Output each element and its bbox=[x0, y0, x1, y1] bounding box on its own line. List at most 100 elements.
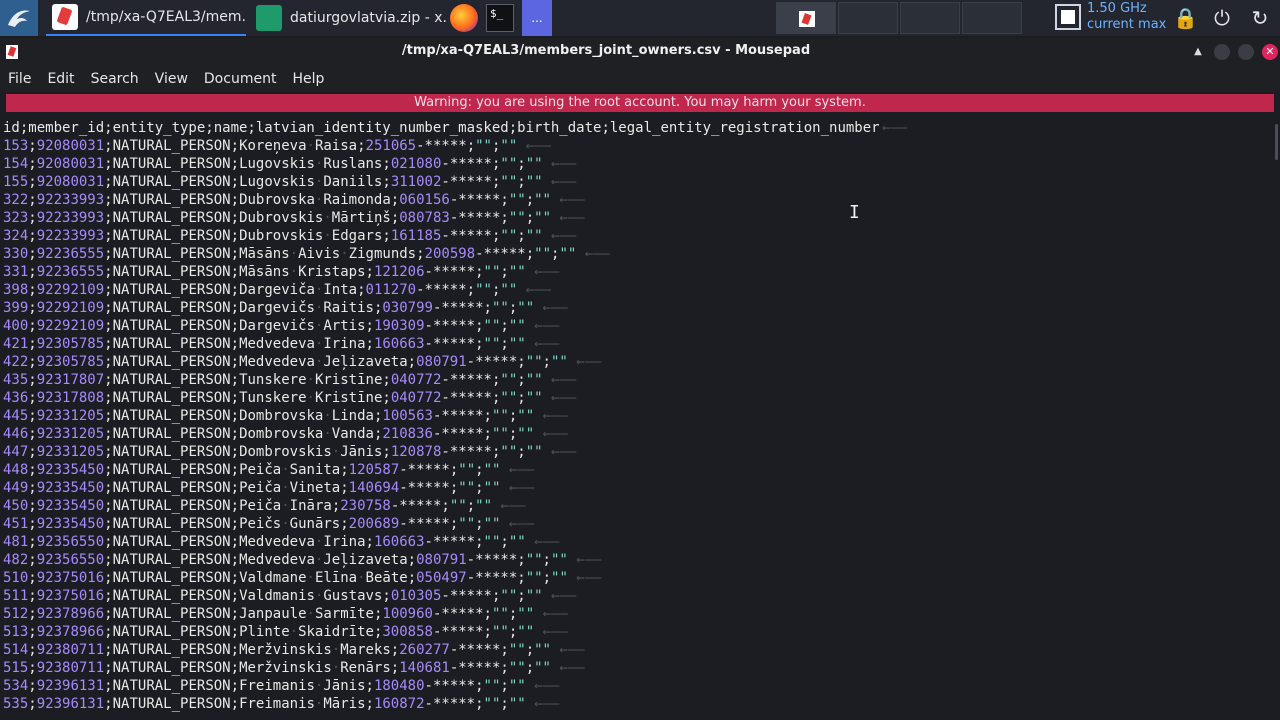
taskbar-task-mousepad[interactable]: /tmp/xa-Q7EAL3/mem... bbox=[46, 0, 246, 36]
csv-line: 450;92335450;NATURAL_PERSON;Peiča·Ināra;… bbox=[3, 498, 526, 514]
eol-marker: ←—— bbox=[534, 408, 568, 424]
menu-document[interactable]: Document bbox=[196, 66, 285, 92]
chevron-up-icon[interactable]: ▲ bbox=[1190, 44, 1206, 60]
eol-marker: ←—— bbox=[492, 498, 526, 514]
workspace-3[interactable] bbox=[900, 2, 960, 34]
csv-member-id: 92233993 bbox=[36, 192, 105, 208]
scrollbar-thumb[interactable] bbox=[1275, 124, 1278, 160]
csv-birth-date: "" bbox=[500, 588, 518, 604]
csv-entity-type: NATURAL_PERSON bbox=[112, 174, 231, 190]
refresh-icon[interactable]: ↻ bbox=[1248, 6, 1272, 30]
eol-marker: ←—— bbox=[550, 660, 585, 676]
eol-marker: ←—— bbox=[576, 246, 611, 262]
csv-entity-type: NATURAL_PERSON bbox=[112, 210, 231, 226]
csv-registration-number: "" bbox=[483, 480, 501, 496]
csv-entity-type: NATURAL_PERSON bbox=[112, 264, 231, 280]
menu-search[interactable]: Search bbox=[83, 66, 147, 92]
csv-masked-identity: 160663-***** bbox=[373, 534, 476, 550]
kali-dragon-icon[interactable] bbox=[0, 0, 38, 36]
power-icon[interactable]: ⏻ bbox=[1210, 6, 1234, 30]
menu-view[interactable]: View bbox=[147, 66, 196, 92]
csv-registration-number: "" bbox=[483, 462, 501, 478]
scrollbar[interactable] bbox=[1274, 118, 1280, 720]
eol-marker: ←—— bbox=[500, 480, 535, 496]
csv-entity-type: NATURAL_PERSON bbox=[112, 246, 231, 262]
firefox-icon[interactable] bbox=[450, 4, 478, 32]
csv-registration-number: "" bbox=[508, 318, 526, 334]
csv-birth-date: "" bbox=[508, 210, 526, 226]
csv-id: 511 bbox=[3, 588, 29, 604]
csv-name: Valdmane·Elīna·Beāte bbox=[239, 570, 408, 586]
csv-line: 447;92331205;NATURAL_PERSON;Dombrovskis·… bbox=[3, 444, 577, 460]
csv-line: 445;92331205;NATURAL_PERSON;Dombrovska·L… bbox=[3, 408, 568, 424]
cpu-frequency[interactable]: 1.50 GHz current max bbox=[1087, 1, 1166, 37]
csv-masked-identity: 251065-***** bbox=[365, 138, 467, 154]
menu-file[interactable]: File bbox=[0, 66, 39, 92]
csv-line: 435;92317807;NATURAL_PERSON;Tunskere·Kri… bbox=[3, 372, 577, 388]
csv-id: 436 bbox=[3, 390, 29, 406]
csv-masked-identity: 200598-***** bbox=[424, 246, 526, 262]
csv-name: Medvedeva·Jeļizaveta bbox=[239, 354, 408, 370]
csv-birth-date: "" bbox=[525, 354, 543, 370]
csv-masked-identity: 021080-***** bbox=[390, 156, 492, 172]
csv-birth-date: "" bbox=[500, 174, 518, 190]
csv-member-id: 92335450 bbox=[36, 462, 105, 478]
csv-masked-identity: 210836-***** bbox=[382, 426, 484, 442]
text-editor[interactable]: id;member_id;entity_type;name;latvian_id… bbox=[0, 118, 1272, 720]
csv-id: 435 bbox=[3, 372, 29, 388]
csv-birth-date: "" bbox=[500, 228, 518, 244]
csv-name: Tunskere·Kristīne bbox=[239, 390, 383, 406]
csv-member-id: 92317808 bbox=[36, 390, 105, 406]
csv-registration-number: "" bbox=[550, 552, 568, 568]
eol-marker: ←—— bbox=[525, 678, 560, 694]
csv-line: 534;92396131;NATURAL_PERSON;Freimanis·Jā… bbox=[3, 678, 560, 694]
csv-birth-date: "" bbox=[491, 408, 509, 424]
csv-member-id: 92080031 bbox=[36, 156, 105, 172]
close-button[interactable]: ✕ bbox=[1262, 44, 1278, 60]
csv-id: 154 bbox=[3, 156, 29, 172]
csv-registration-number: "" bbox=[500, 282, 518, 298]
csv-member-id: 92080031 bbox=[36, 174, 105, 190]
csv-masked-identity: 121206-***** bbox=[373, 264, 476, 280]
mousepad-icon bbox=[52, 4, 78, 30]
csv-entity-type: NATURAL_PERSON bbox=[112, 624, 231, 640]
terminal-icon[interactable]: $_ bbox=[486, 4, 514, 32]
cpu-icon[interactable] bbox=[1055, 4, 1081, 30]
lock-icon[interactable]: 🔒 bbox=[1173, 6, 1198, 30]
csv-entity-type: NATURAL_PERSON bbox=[112, 480, 231, 496]
csv-registration-number: "" bbox=[559, 246, 577, 262]
eol-marker: ←—— bbox=[542, 444, 577, 460]
taskbar-task-archive[interactable]: datiurgovlatvia.zip - x... bbox=[250, 0, 446, 36]
csv-name: Dubrovskis·Edgars bbox=[239, 228, 383, 244]
csv-registration-number: "" bbox=[525, 228, 543, 244]
csv-id: 330 bbox=[3, 246, 29, 262]
csv-id: 512 bbox=[3, 606, 29, 622]
csv-birth-date: "" bbox=[534, 246, 551, 262]
menu-help[interactable]: Help bbox=[284, 66, 332, 92]
csv-masked-identity: 040772-***** bbox=[390, 372, 492, 388]
csv-line: 330;92236555;NATURAL_PERSON;Māsāns·Aivis… bbox=[3, 246, 611, 262]
workspace-1[interactable] bbox=[776, 2, 836, 34]
csv-line: 323;92233993;NATURAL_PERSON;Dubrovskis·M… bbox=[3, 210, 585, 226]
csv-birth-date: "" bbox=[500, 444, 518, 460]
minimize-button[interactable] bbox=[1214, 44, 1230, 60]
csv-name: Lugovskis·Daniils bbox=[239, 174, 383, 190]
csv-registration-number: "" bbox=[508, 336, 526, 352]
csv-entity-type: NATURAL_PERSON bbox=[112, 462, 231, 478]
csv-masked-identity: 311002-***** bbox=[390, 174, 492, 190]
maximize-button[interactable] bbox=[1238, 44, 1254, 60]
workspace-4[interactable] bbox=[962, 2, 1022, 34]
csv-name: Koreņeva·Raisa bbox=[239, 138, 358, 154]
eol-marker: ←—— bbox=[525, 696, 560, 712]
csv-line: 512;92378966;NATURAL_PERSON;Janpaule·Sar… bbox=[3, 606, 568, 622]
csv-entity-type: NATURAL_PERSON bbox=[112, 444, 231, 460]
csv-masked-identity: 140681-***** bbox=[399, 660, 501, 676]
eol-marker: ←—— bbox=[882, 120, 908, 136]
csv-entity-type: NATURAL_PERSON bbox=[112, 282, 231, 298]
menu-edit[interactable]: Edit bbox=[39, 66, 82, 92]
workspace-2[interactable] bbox=[838, 2, 898, 34]
launcher-more[interactable]: ... bbox=[522, 0, 552, 36]
csv-registration-number: "" bbox=[500, 138, 518, 154]
csv-member-id: 92236555 bbox=[36, 264, 105, 280]
csv-entity-type: NATURAL_PERSON bbox=[112, 426, 231, 442]
